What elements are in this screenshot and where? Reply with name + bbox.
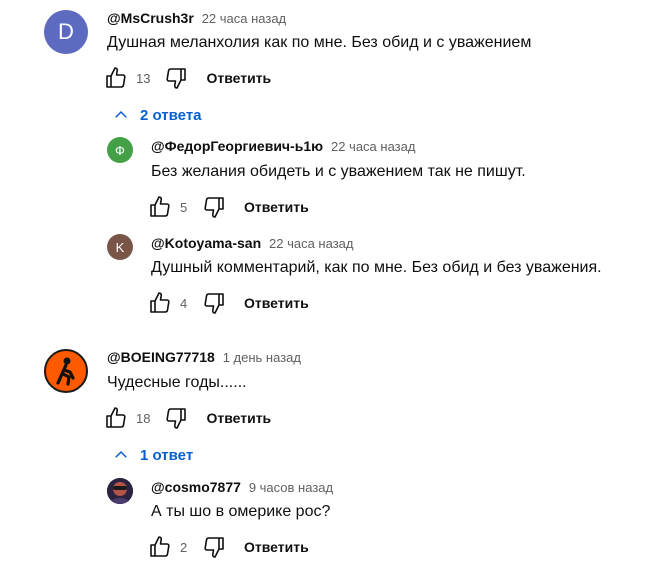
like-count: 5 [180,199,188,215]
comment-text: Без желания обидеть и с уважением так не… [151,163,526,180]
replies-count-label: 2 ответа [140,106,202,124]
comment-actions: 4 Ответить [148,291,309,315]
avatar[interactable] [107,478,133,504]
like-icon[interactable] [148,535,172,559]
comment-time[interactable]: 22 часа назад [331,139,415,154]
like-icon[interactable] [148,195,172,219]
like-count: 18 [136,410,151,426]
like-count: 13 [136,70,151,86]
comment-actions: 5 Ответить [148,195,309,219]
replies-toggle[interactable]: 1 ответ [112,446,193,464]
reply-button[interactable]: Ответить [206,70,271,86]
reply-button[interactable]: Ответить [244,539,309,555]
avatar[interactable]: K [107,234,133,260]
chevron-up-icon [115,110,127,118]
comment-text: Душная меланхолия как по мне. Без обид и… [107,34,532,51]
comment-header: @ФедорГеоргиевич-ь1ю 22 часа назад [151,138,415,154]
like-count: 4 [180,295,188,311]
comment-time[interactable]: 22 часа назад [202,11,286,26]
profile-photo-icon [107,478,133,504]
chevron-up-icon [115,450,127,458]
avatar[interactable]: Ф [107,137,133,163]
dislike-icon[interactable] [202,195,226,219]
author-name[interactable]: @BOEING77718 [107,349,215,365]
comment-text: Чудесные годы...... [107,374,247,391]
like-icon[interactable] [104,406,128,430]
comment-time[interactable]: 22 часа назад [269,236,353,251]
dislike-icon[interactable] [164,406,188,430]
comment-header: @MsCrush3r 22 часа назад [107,10,286,26]
reply-button[interactable]: Ответить [244,295,309,311]
author-name[interactable]: @Kotoyama-san [151,235,261,251]
like-count: 2 [180,539,188,555]
avatar[interactable] [44,349,88,393]
comment-time[interactable]: 1 день назад [223,350,301,365]
dislike-icon[interactable] [202,291,226,315]
like-icon[interactable] [104,66,128,90]
avatar-letter: Ф [115,142,125,158]
avatar-letter: D [58,19,74,44]
comment-text: А ты шо в омерике рос? [151,503,331,520]
walking-figure-icon [56,357,75,386]
replies-count-label: 1 ответ [140,446,194,464]
dislike-icon[interactable] [164,66,188,90]
like-icon[interactable] [148,291,172,315]
comment-time[interactable]: 9 часов назад [249,480,333,495]
author-name[interactable]: @cosmo7877 [151,479,241,495]
comment-actions: 2 Ответить [148,535,309,559]
comment-text: Душный комментарий, как по мне. Без обид… [151,259,602,276]
comment-header: @Kotoyama-san 22 часа назад [151,235,353,251]
reply-button[interactable]: Ответить [244,199,309,215]
author-name[interactable]: @MsCrush3r [107,10,194,26]
comment-header: @cosmo7877 9 часов назад [151,479,333,495]
avatar-letter: K [115,239,125,255]
reply-button[interactable]: Ответить [206,410,271,426]
comment-header: @BOEING77718 1 день назад [107,349,301,365]
dislike-icon[interactable] [202,535,226,559]
comment-actions: 13 Ответить [104,66,271,90]
avatar[interactable]: D [44,10,88,54]
replies-toggle[interactable]: 2 ответа [112,106,202,124]
author-name[interactable]: @ФедорГеоргиевич-ь1ю [151,138,323,154]
comment-actions: 18 Ответить [104,406,271,430]
